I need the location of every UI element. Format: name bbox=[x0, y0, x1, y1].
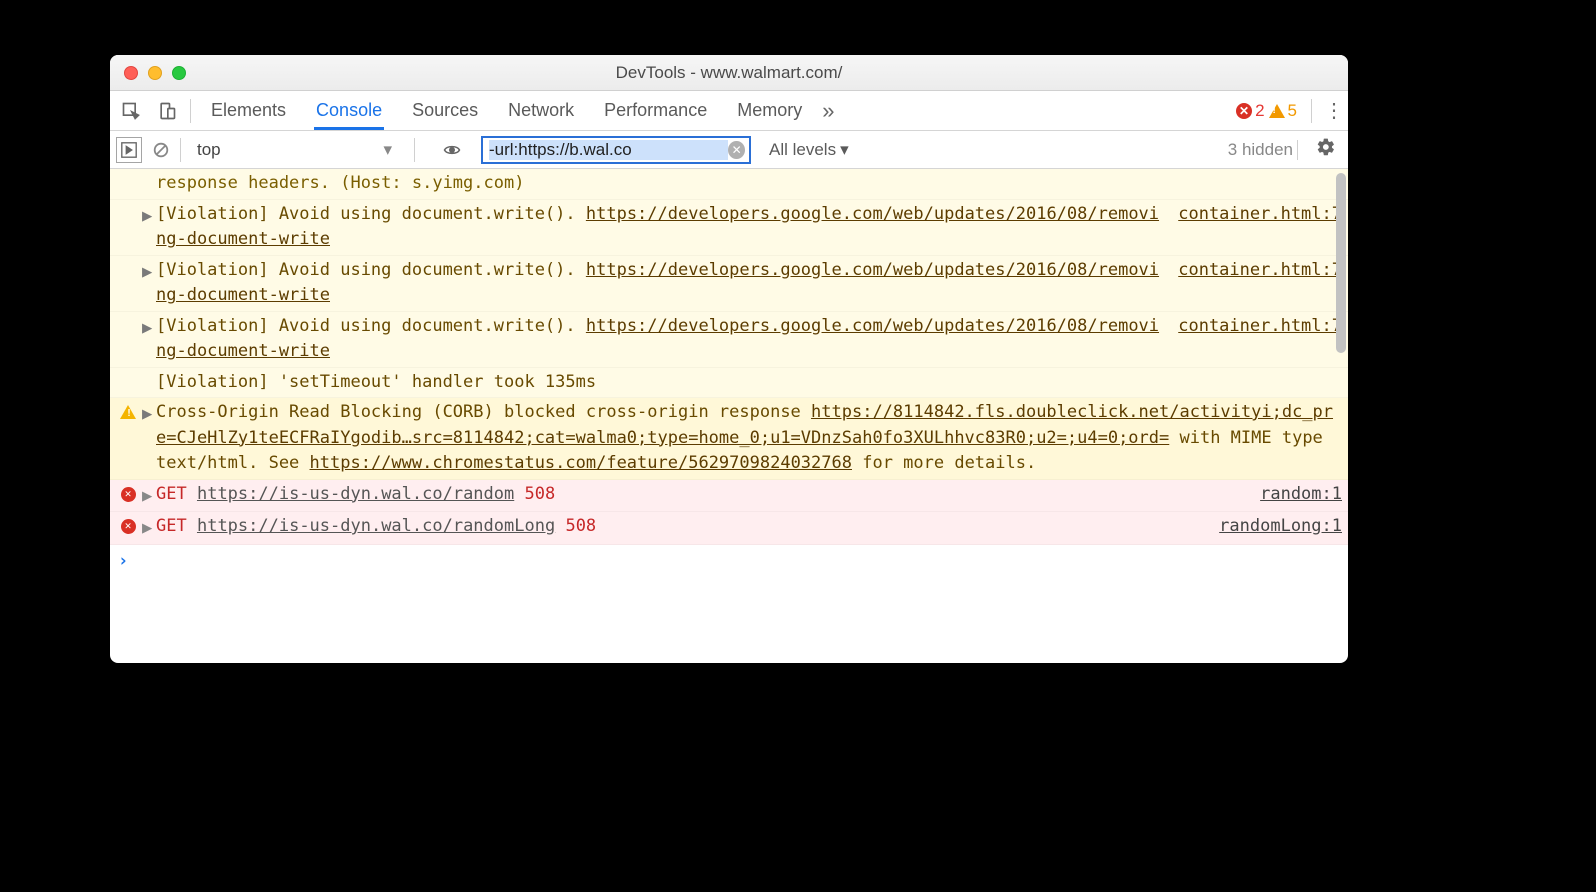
filter-input[interactable] bbox=[489, 140, 728, 160]
clear-console-icon[interactable] bbox=[148, 137, 174, 163]
log-message: [Violation] Avoid using document.write()… bbox=[156, 202, 1168, 253]
divider bbox=[1311, 99, 1312, 123]
log-row-truncated: response headers. (Host: s.yimg.com) bbox=[110, 169, 1348, 200]
log-row-violation: ▶ [Violation] Avoid using document.write… bbox=[110, 312, 1348, 368]
expand-caret-icon[interactable]: ▶ bbox=[142, 514, 156, 542]
more-tabs-button[interactable]: » bbox=[822, 98, 834, 124]
tab-console[interactable]: Console bbox=[314, 92, 384, 129]
device-toolbar-icon[interactable] bbox=[152, 97, 182, 125]
request-url-link[interactable]: https://is-us-dyn.wal.co/random bbox=[197, 484, 514, 504]
console-toolbar: top ✕ All levels ▾ 3 hidden bbox=[110, 131, 1348, 169]
expand-caret-icon[interactable]: ▶ bbox=[142, 400, 156, 477]
log-message: Cross-Origin Read Blocking (CORB) blocke… bbox=[156, 400, 1342, 477]
status-badges: ✕ 2 ! 5 bbox=[1236, 101, 1303, 121]
log-row-error: ✕ ▶ GET https://is-us-dyn.wal.co/random … bbox=[110, 480, 1348, 513]
hidden-messages-count[interactable]: 3 hidden bbox=[1228, 140, 1298, 160]
divider bbox=[190, 99, 191, 123]
warning-count: 5 bbox=[1288, 101, 1297, 121]
log-row-settimeout: [Violation] 'setTimeout' handler took 13… bbox=[110, 368, 1348, 399]
error-icon: ✕ bbox=[1236, 103, 1252, 119]
log-source-link[interactable]: randomLong:1 bbox=[1209, 514, 1342, 542]
log-message: GET https://is-us-dyn.wal.co/random 508 bbox=[156, 482, 1250, 510]
tab-network[interactable]: Network bbox=[506, 92, 576, 129]
warning-icon bbox=[120, 405, 136, 419]
chevron-down-icon: ▾ bbox=[840, 140, 849, 160]
log-row-error: ✕ ▶ GET https://is-us-dyn.wal.co/randomL… bbox=[110, 512, 1348, 545]
tab-performance[interactable]: Performance bbox=[602, 92, 709, 129]
titlebar: DevTools - www.walmart.com/ bbox=[110, 55, 1348, 91]
console-settings-icon[interactable] bbox=[1310, 137, 1342, 162]
clear-filter-icon[interactable]: ✕ bbox=[728, 141, 745, 159]
log-message: GET https://is-us-dyn.wal.co/randomLong … bbox=[156, 514, 1209, 542]
log-levels-label: All levels bbox=[769, 140, 836, 160]
log-row-violation: ▶ [Violation] Avoid using document.write… bbox=[110, 200, 1348, 256]
window-title: DevTools - www.walmart.com/ bbox=[110, 63, 1348, 83]
console-prompt[interactable]: › bbox=[110, 545, 1348, 579]
log-source-link[interactable]: container.html:7 bbox=[1168, 258, 1342, 309]
scrollbar-thumb[interactable] bbox=[1336, 173, 1346, 353]
tab-sources[interactable]: Sources bbox=[410, 92, 480, 129]
inspect-element-icon[interactable] bbox=[116, 97, 146, 125]
tab-elements[interactable]: Elements bbox=[209, 92, 288, 129]
status-code: 508 bbox=[565, 516, 596, 536]
corb-feature-link[interactable]: https://www.chromestatus.com/feature/562… bbox=[310, 453, 852, 473]
error-icon: ✕ bbox=[121, 519, 136, 534]
error-count: 2 bbox=[1255, 101, 1264, 121]
log-levels-selector[interactable]: All levels ▾ bbox=[769, 140, 849, 160]
log-message: response headers. (Host: s.yimg.com) bbox=[156, 171, 1342, 197]
filter-input-wrapper[interactable]: ✕ bbox=[481, 136, 751, 164]
devtools-window: DevTools - www.walmart.com/ Elements Con… bbox=[110, 55, 1348, 663]
log-source-link[interactable]: container.html:7 bbox=[1168, 202, 1342, 253]
warning-count-badge[interactable]: ! 5 bbox=[1269, 101, 1297, 121]
panel-tabs: Elements Console Sources Network Perform… bbox=[209, 92, 804, 129]
expand-caret-icon[interactable]: ▶ bbox=[142, 202, 156, 253]
log-message: [Violation] 'setTimeout' handler took 13… bbox=[156, 370, 1342, 396]
tab-memory[interactable]: Memory bbox=[735, 92, 804, 129]
warning-icon: ! bbox=[1269, 104, 1285, 118]
kebab-menu-icon[interactable]: ⋮ bbox=[1320, 98, 1348, 123]
request-url-link[interactable]: https://is-us-dyn.wal.co/randomLong bbox=[197, 516, 555, 536]
expand-caret-icon[interactable]: ▶ bbox=[142, 258, 156, 309]
context-value: top bbox=[189, 138, 249, 162]
context-selector[interactable]: top bbox=[180, 138, 400, 162]
live-expression-icon[interactable] bbox=[439, 137, 465, 163]
panel-tabbar: Elements Console Sources Network Perform… bbox=[110, 91, 1348, 131]
status-code: 508 bbox=[525, 484, 556, 504]
log-source-link[interactable]: container.html:7 bbox=[1168, 314, 1342, 365]
expand-caret-icon[interactable]: ▶ bbox=[142, 482, 156, 510]
log-message: [Violation] Avoid using document.write()… bbox=[156, 314, 1168, 365]
log-row-corb-warning: ▶ Cross-Origin Read Blocking (CORB) bloc… bbox=[110, 398, 1348, 480]
expand-caret-icon[interactable]: ▶ bbox=[142, 314, 156, 365]
log-message: [Violation] Avoid using document.write()… bbox=[156, 258, 1168, 309]
log-row-violation: ▶ [Violation] Avoid using document.write… bbox=[110, 256, 1348, 312]
console-messages[interactable]: response headers. (Host: s.yimg.com) ▶ [… bbox=[110, 169, 1348, 663]
divider bbox=[414, 138, 415, 162]
log-source-link[interactable]: random:1 bbox=[1250, 482, 1342, 510]
error-icon: ✕ bbox=[121, 487, 136, 502]
toggle-console-drawer-icon[interactable] bbox=[116, 137, 142, 163]
error-count-badge[interactable]: ✕ 2 bbox=[1236, 101, 1264, 121]
prompt-caret-icon: › bbox=[118, 551, 128, 571]
